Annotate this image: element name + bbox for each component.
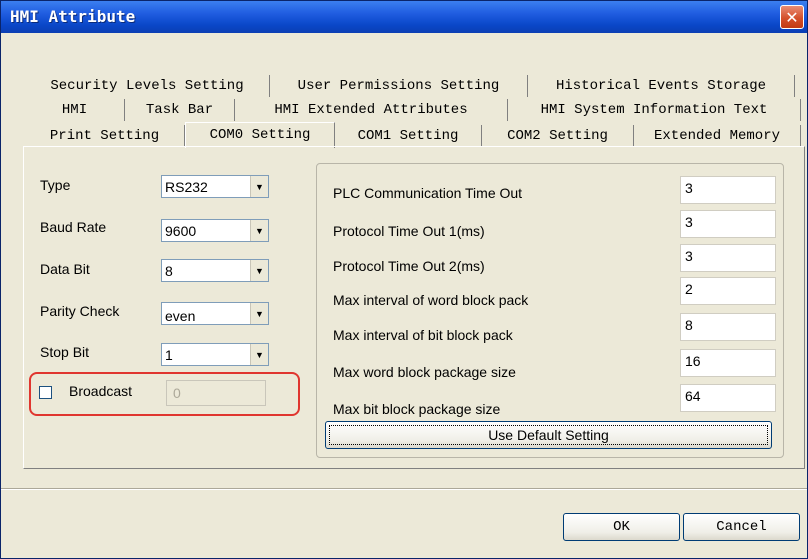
protocol-timeout-2-value: 3 (685, 248, 693, 264)
plc-timeout-label: PLC Communication Time Out (333, 185, 523, 201)
bit-size-label: Max bit block package size (333, 401, 501, 417)
baud-rate-value: 9600 (165, 223, 197, 239)
tab-hmi-extended-attributes[interactable]: HMI Extended Attributes (235, 99, 508, 121)
chevron-down-icon[interactable]: ▼ (250, 303, 268, 324)
close-icon: ✕ (785, 7, 799, 27)
tab-hmi[interactable]: HMI (25, 99, 125, 121)
tab-security-levels[interactable]: Security Levels Setting (25, 75, 270, 97)
tab-user-permissions[interactable]: User Permissions Setting (270, 75, 528, 97)
window-title: HMI Attribute (10, 7, 136, 26)
baud-rate-label: Baud Rate (40, 219, 107, 235)
word-interval-label: Max interval of word block pack (333, 292, 529, 308)
bit-interval-input[interactable]: 8 (680, 313, 776, 341)
broadcast-highlight: Broadcast 0 (29, 372, 300, 416)
data-bit-label: Data Bit (40, 261, 90, 277)
bit-interval-label: Max interval of bit block pack (333, 327, 513, 343)
chevron-down-icon[interactable]: ▼ (250, 260, 268, 281)
parity-check-label: Parity Check (40, 303, 120, 319)
cancel-button[interactable]: Cancel (683, 513, 800, 541)
stop-bit-value: 1 (165, 347, 173, 363)
word-interval-value: 2 (685, 281, 693, 297)
word-size-input[interactable]: 16 (680, 349, 776, 377)
chevron-down-icon[interactable]: ▼ (250, 220, 268, 241)
tab-row-3: Print Setting COM0 Setting COM1 Setting … (25, 122, 801, 148)
chevron-down-icon[interactable]: ▼ (250, 176, 268, 197)
tab-com2-setting[interactable]: COM2 Setting (482, 125, 634, 147)
data-bit-select[interactable]: 8 ▼ (161, 259, 269, 282)
tab-task-bar[interactable]: Task Bar (125, 99, 235, 121)
parity-check-select[interactable]: even ▼ (161, 302, 269, 325)
broadcast-station-field: 0 (166, 380, 266, 406)
protocol-timeout-1-input[interactable]: 3 (680, 210, 776, 238)
broadcast-label: Broadcast (69, 383, 133, 399)
ok-label: OK (613, 519, 630, 535)
timeout-group: PLC Communication Time Out 3 Protocol Ti… (316, 163, 784, 458)
stop-bit-label: Stop Bit (40, 344, 90, 360)
tab-extended-memory[interactable]: Extended Memory (634, 125, 801, 147)
bit-size-input[interactable]: 64 (680, 384, 776, 412)
data-bit-value: 8 (165, 263, 173, 279)
separator (1, 488, 807, 490)
baud-rate-select[interactable]: 9600 ▼ (161, 219, 269, 242)
type-label: Type (40, 177, 71, 193)
protocol-timeout-2-label: Protocol Time Out 2(ms) (333, 258, 485, 274)
ok-button[interactable]: OK (563, 513, 680, 541)
word-size-value: 16 (685, 353, 701, 369)
parity-check-value: even (165, 308, 196, 324)
tab-print-setting[interactable]: Print Setting (25, 125, 185, 147)
broadcast-checkbox[interactable] (39, 386, 52, 399)
protocol-timeout-1-value: 3 (685, 214, 693, 230)
title-bar[interactable]: HMI Attribute ✕ (1, 1, 807, 33)
word-interval-input[interactable]: 2 (680, 277, 776, 305)
tab-row-2: HMI Task Bar HMI Extended Attributes HMI… (25, 99, 801, 121)
word-size-label: Max word block package size (333, 364, 516, 380)
cancel-label: Cancel (716, 519, 767, 535)
broadcast-value: 0 (173, 385, 181, 401)
type-select[interactable]: RS232 ▼ (161, 175, 269, 198)
stop-bit-select[interactable]: 1 ▼ (161, 343, 269, 366)
close-button[interactable]: ✕ (780, 5, 804, 29)
plc-timeout-value: 3 (685, 180, 693, 196)
focus-rect (329, 425, 768, 445)
hmi-attribute-dialog: HMI Attribute ✕ Security Levels Setting … (0, 0, 808, 559)
tab-hmi-system-info[interactable]: HMI System Information Text (508, 99, 801, 121)
protocol-timeout-1-label: Protocol Time Out 1(ms) (333, 223, 485, 239)
chevron-down-icon[interactable]: ▼ (250, 344, 268, 365)
com0-setting-panel: Type RS232 ▼ Baud Rate 9600 ▼ Data Bit 8… (23, 146, 805, 469)
tab-com0-setting[interactable]: COM0 Setting (185, 122, 335, 148)
plc-timeout-input[interactable]: 3 (680, 176, 776, 204)
bit-interval-value: 8 (685, 317, 693, 333)
tab-historical-events[interactable]: Historical Events Storage (528, 75, 795, 97)
type-value: RS232 (165, 179, 208, 195)
protocol-timeout-2-input[interactable]: 3 (680, 244, 776, 272)
tab-row-1: Security Levels Setting User Permissions… (25, 75, 795, 97)
use-default-setting-button[interactable]: Use Default Setting (325, 421, 772, 449)
tab-com1-setting[interactable]: COM1 Setting (335, 125, 482, 147)
bit-size-value: 64 (685, 388, 701, 404)
